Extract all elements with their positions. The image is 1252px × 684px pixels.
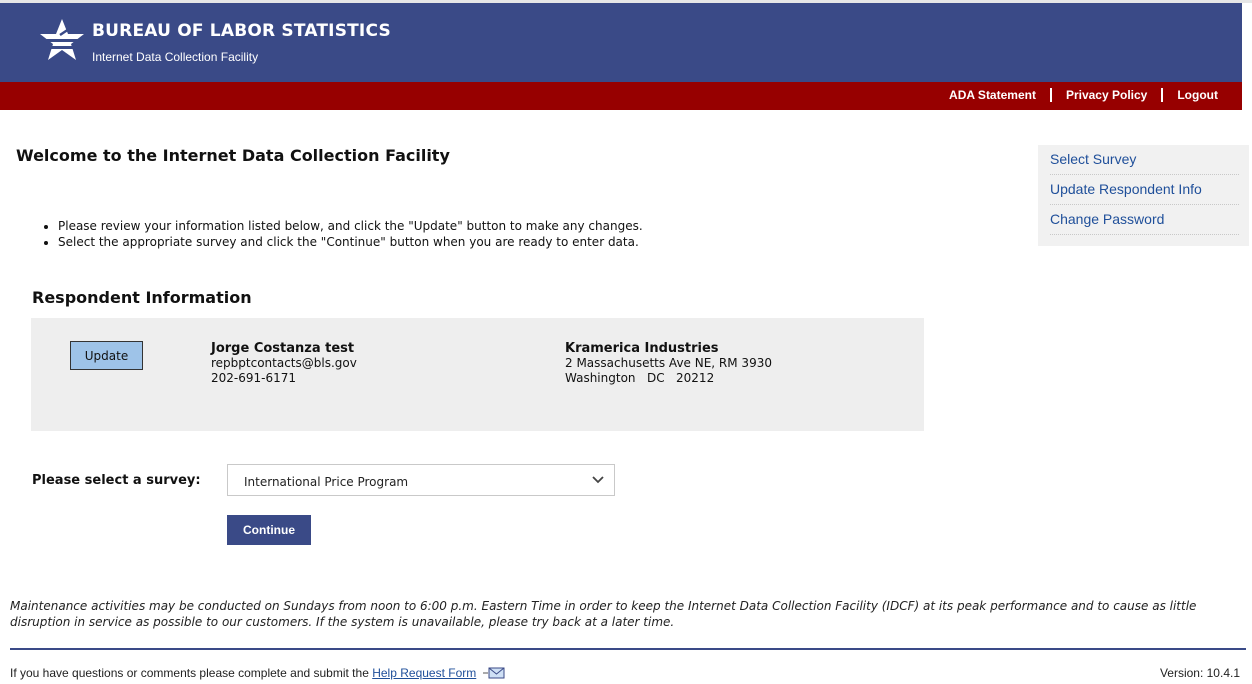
company-name: Kramerica Industries (565, 341, 719, 356)
side-nav-select-survey[interactable]: Select Survey (1050, 145, 1239, 175)
survey-select[interactable]: International Price Program (227, 464, 615, 496)
utility-links: ADA Statement Privacy Policy Logout (949, 88, 1218, 102)
company-address-line1: 2 Massachusetts Ave NE, RM 3930 (565, 356, 772, 370)
separator (1161, 88, 1164, 102)
respondent-panel: Update Jorge Costanza test repbptcontact… (31, 318, 924, 431)
site-header: BUREAU OF LABOR STATISTICS Internet Data… (0, 3, 1242, 82)
footer-help: If you have questions or comments please… (10, 666, 505, 680)
instruction-item: Please review your information listed be… (58, 218, 643, 234)
maintenance-notice: Maintenance activities may be conducted … (10, 599, 1197, 629)
survey-selected-value: International Price Program (244, 475, 409, 489)
help-request-form-link[interactable]: Help Request Form (372, 666, 476, 680)
side-nav-change-password[interactable]: Change Password (1050, 205, 1239, 235)
side-nav: Select Survey Update Respondent Info Cha… (1038, 145, 1249, 246)
logout-link[interactable]: Logout (1177, 88, 1218, 102)
update-button[interactable]: Update (70, 341, 143, 370)
bls-star-logo-icon (40, 19, 84, 60)
instructions-list: Please review your information listed be… (36, 218, 643, 250)
footer-help-text: If you have questions or comments please… (10, 666, 369, 680)
respondent-contact: Jorge Costanza test repbptcontacts@bls.g… (211, 341, 357, 386)
privacy-policy-link[interactable]: Privacy Policy (1066, 88, 1147, 102)
continue-button[interactable]: Continue (227, 515, 311, 545)
footer-divider (10, 648, 1246, 650)
brand-subtitle: Internet Data Collection Facility (92, 50, 259, 64)
instruction-item: Select the appropriate survey and click … (58, 234, 643, 250)
chevron-down-icon (592, 476, 604, 484)
mail-icon[interactable] (482, 667, 505, 679)
respondent-heading: Respondent Information (32, 288, 252, 307)
respondent-name: Jorge Costanza test (211, 341, 355, 356)
respondent-phone: 202-691-6171 (211, 371, 297, 385)
separator (1049, 88, 1052, 102)
ada-statement-link[interactable]: ADA Statement (949, 88, 1036, 102)
brand-title: BUREAU OF LABOR STATISTICS (92, 21, 391, 41)
page-title: Welcome to the Internet Data Collection … (16, 146, 450, 165)
respondent-company: Kramerica Industries 2 Massachusetts Ave… (565, 341, 772, 386)
utility-bar: ADA Statement Privacy Policy Logout (0, 82, 1242, 110)
survey-label: Please select a survey: (32, 473, 201, 488)
company-address-line2: Washington DC 20212 (565, 371, 715, 385)
version-label: Version: 10.4.1 (1159, 666, 1240, 680)
side-nav-update-respondent-info[interactable]: Update Respondent Info (1050, 175, 1239, 205)
respondent-email: repbptcontacts@bls.gov (211, 356, 357, 370)
